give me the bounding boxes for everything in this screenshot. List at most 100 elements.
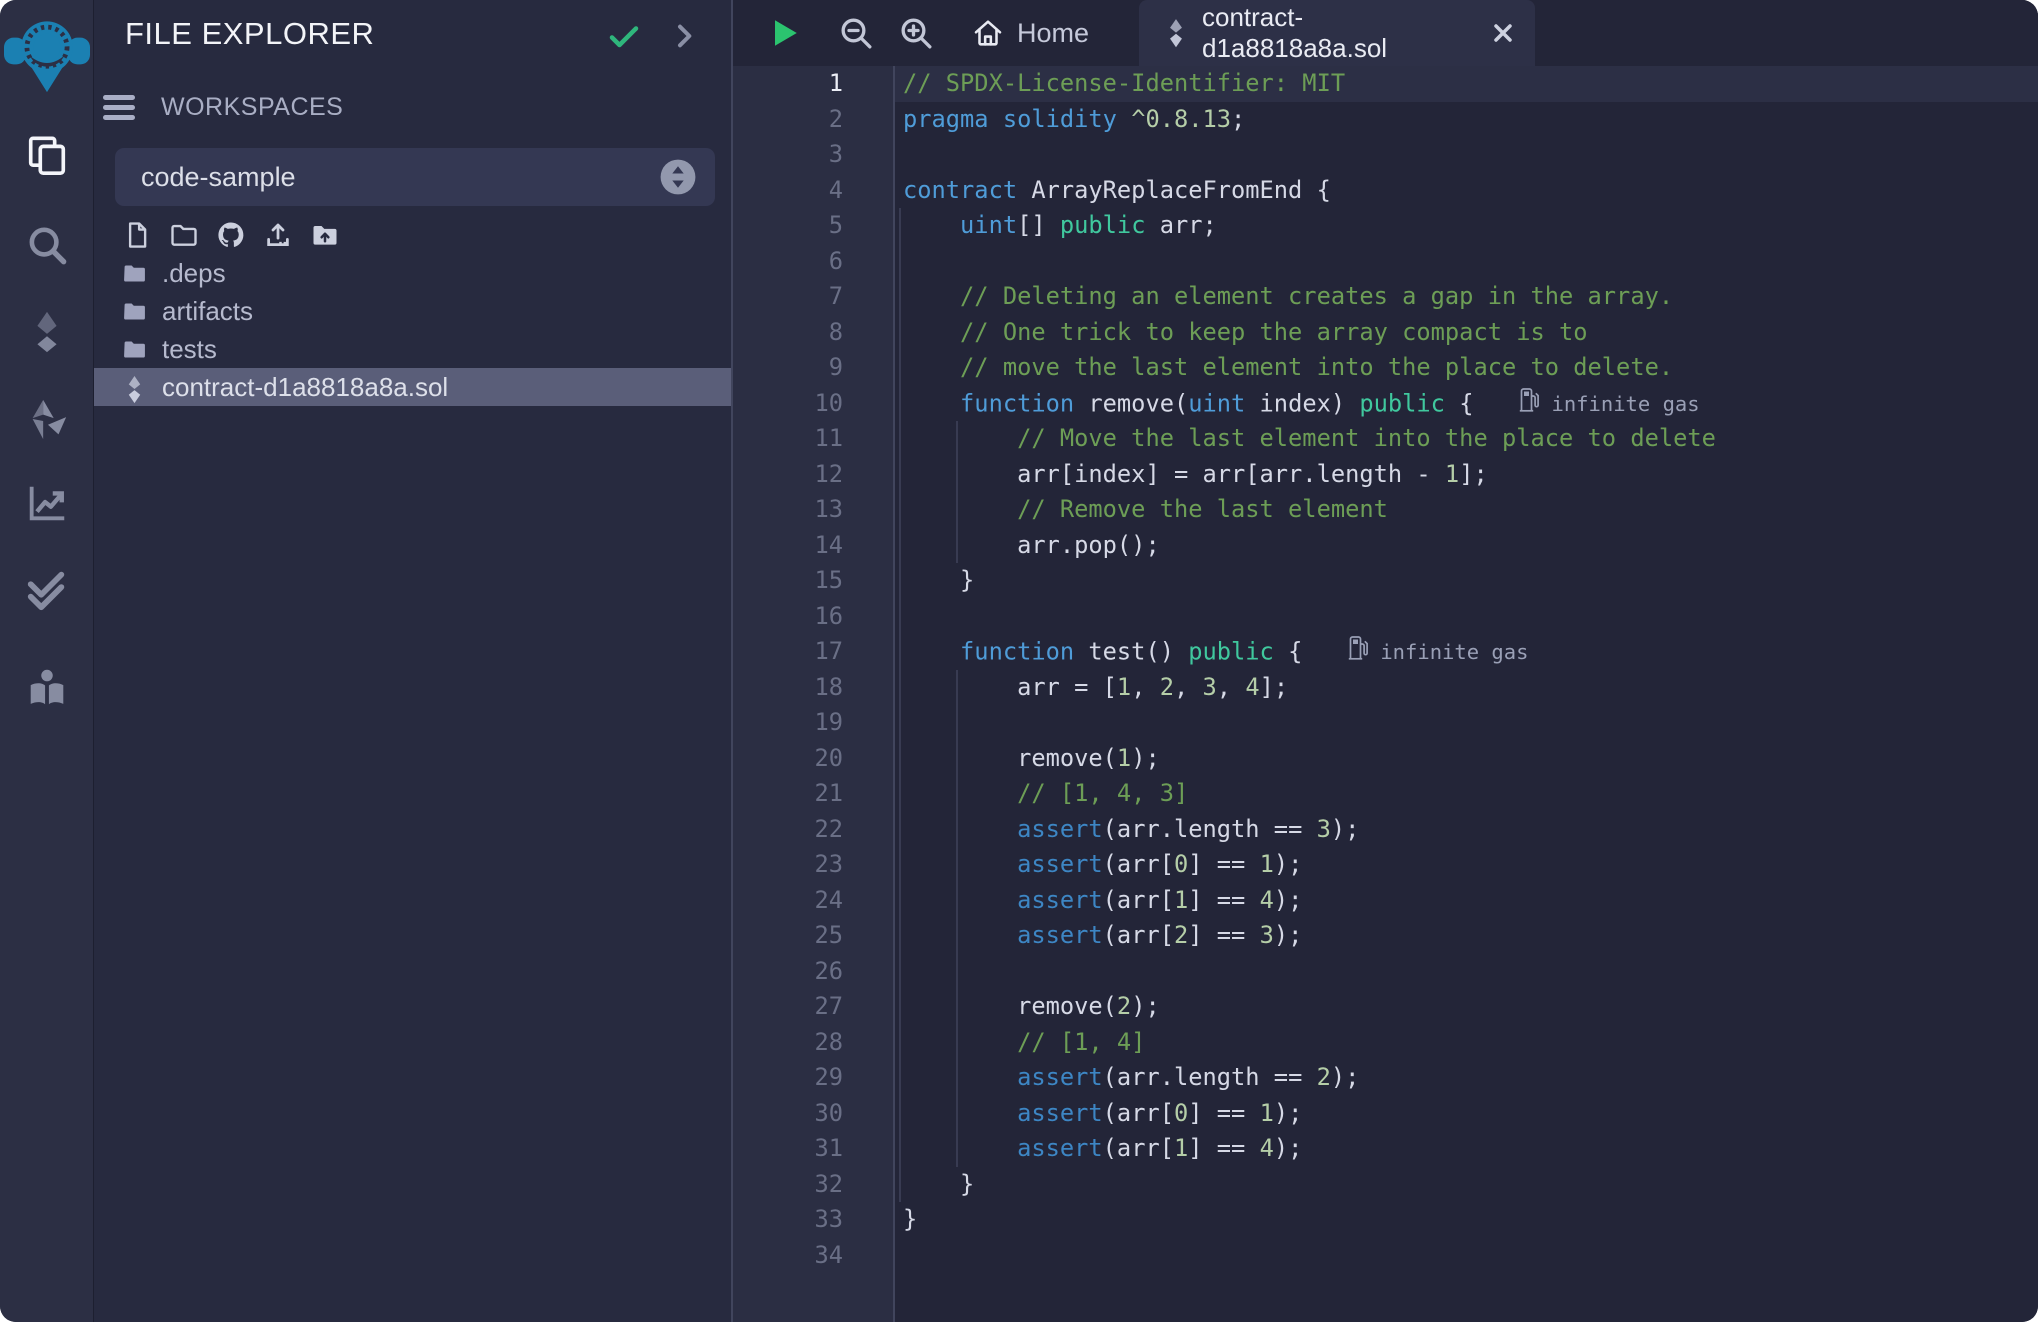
code-line-12: arr[index] = arr[arr.length - 1]; <box>895 457 2038 493</box>
close-tab-icon[interactable] <box>1489 19 1517 47</box>
line-number: 22 <box>733 812 843 848</box>
line-number-gutter: 1234567891011121314151617181920212223242… <box>733 66 895 1322</box>
code-line-29: assert(arr.length == 2); <box>895 1060 2038 1096</box>
code-line-28: // [1, 4] <box>895 1025 2038 1061</box>
line-number: 23 <box>733 847 843 883</box>
code-line-6 <box>895 244 2038 280</box>
editor-area: Home contract-d1a8818a8a.sol 12345678910… <box>733 0 2038 1322</box>
line-number: 33 <box>733 1202 843 1238</box>
activity-learneth-icon[interactable] <box>0 665 94 711</box>
tree-item--deps[interactable]: .deps <box>94 254 731 292</box>
workspaces-menu-icon[interactable] <box>103 90 135 124</box>
line-number: 28 <box>733 1025 843 1061</box>
code-line-33: } <box>895 1202 2038 1238</box>
activity-solidity-compiler-icon[interactable] <box>0 309 94 355</box>
line-number: 11 <box>733 421 843 457</box>
tree-item-tests[interactable]: tests <box>94 330 731 368</box>
select-updown-icon <box>659 158 697 196</box>
code-line-10: function remove(uint index) public {infi… <box>895 386 2038 422</box>
line-number: 25 <box>733 918 843 954</box>
code-line-31: assert(arr[1] == 4); <box>895 1131 2038 1167</box>
code-line-30: assert(arr[0] == 1); <box>895 1096 2038 1132</box>
line-number: 29 <box>733 1060 843 1096</box>
tree-item-label: tests <box>162 334 217 365</box>
zoom-in-icon[interactable] <box>896 0 936 66</box>
panel-title: FILE EXPLORER <box>125 16 374 52</box>
code-line-11: // Move the last element into the place … <box>895 421 2038 457</box>
gas-pump-icon <box>1346 634 1370 672</box>
code-line-4: contract ArrayReplaceFromEnd { <box>895 173 2038 209</box>
upload-folder-icon[interactable] <box>310 220 340 250</box>
line-number: 15 <box>733 563 843 599</box>
code-line-32: } <box>895 1167 2038 1203</box>
code-view[interactable]: // SPDX-License-Identifier: MITpragma so… <box>895 66 2038 1322</box>
line-number: 19 <box>733 705 843 741</box>
line-number: 24 <box>733 883 843 919</box>
create-new-file-icon[interactable] <box>122 220 152 250</box>
tree-item-contract-d1a8818a8a-sol[interactable]: contract-d1a8818a8a.sol <box>94 368 731 406</box>
create-new-folder-icon[interactable] <box>169 220 199 250</box>
line-number: 18 <box>733 670 843 706</box>
activity-unit-testing-icon[interactable] <box>0 566 94 612</box>
code-line-23: assert(arr[0] == 1); <box>895 847 2038 883</box>
code-line-2: pragma solidity ^0.8.13; <box>895 102 2038 138</box>
code-line-21: // [1, 4, 3] <box>895 776 2038 812</box>
code-line-8: // One trick to keep the array compact i… <box>895 315 2038 351</box>
line-number: 34 <box>733 1238 843 1274</box>
line-number: 30 <box>733 1096 843 1132</box>
activity-search-icon[interactable] <box>0 222 94 268</box>
line-number: 2 <box>733 102 843 138</box>
code-line-24: assert(arr[1] == 4); <box>895 883 2038 919</box>
run-script-button[interactable] <box>766 0 802 66</box>
workspace-select[interactable]: code-sample <box>115 148 715 206</box>
folder-icon <box>122 299 147 324</box>
code-line-5: uint[] public arr; <box>895 208 2038 244</box>
code-line-27: remove(2); <box>895 989 2038 1025</box>
upload-file-icon[interactable] <box>263 220 293 250</box>
tab-contract-file[interactable]: contract-d1a8818a8a.sol <box>1139 0 1535 66</box>
line-number: 12 <box>733 457 843 493</box>
remix-logo[interactable] <box>4 8 90 92</box>
code-line-1: // SPDX-License-Identifier: MIT <box>895 66 2038 102</box>
gas-estimate-label: infinite gas <box>1551 387 1699 423</box>
tree-item-artifacts[interactable]: artifacts <box>94 292 731 330</box>
gas-estimate-badge: infinite gas <box>1346 634 1528 672</box>
code-line-7: // Deleting an element creates a gap in … <box>895 279 2038 315</box>
code-line-17: function test() public {infinite gas <box>895 634 2038 670</box>
tab-home[interactable]: Home <box>957 0 1103 66</box>
line-number: 32 <box>733 1167 843 1203</box>
panel-header: FILE EXPLORER <box>94 16 731 60</box>
home-icon <box>971 16 1005 50</box>
folder-icon <box>122 337 147 362</box>
file-explorer-panel: FILE EXPLORER WORKSPACES code-sample .de… <box>94 0 733 1322</box>
line-number: 3 <box>733 137 843 173</box>
code-line-19 <box>895 705 2038 741</box>
line-number: 7 <box>733 279 843 315</box>
workspaces-label: WORKSPACES <box>161 93 343 122</box>
activity-deploy-and-run-icon[interactable] <box>0 397 94 443</box>
activity-static-analysis-icon[interactable] <box>0 480 94 526</box>
code-line-26 <box>895 954 2038 990</box>
clone-git-repository-icon[interactable] <box>216 220 246 250</box>
line-number: 27 <box>733 989 843 1025</box>
workspace-selected-value: code-sample <box>141 162 659 193</box>
code-line-25: assert(arr[2] == 3); <box>895 918 2038 954</box>
code-line-16 <box>895 599 2038 635</box>
code-line-3 <box>895 137 2038 173</box>
line-number: 17 <box>733 634 843 670</box>
line-number: 1 <box>733 66 843 102</box>
gas-estimate-label: infinite gas <box>1380 635 1528 671</box>
code-line-15: } <box>895 563 2038 599</box>
activity-bar <box>0 0 94 1322</box>
activity-file-explorer-icon[interactable] <box>0 132 94 178</box>
solidity-file-icon <box>1163 18 1189 48</box>
gas-pump-icon <box>1517 386 1541 424</box>
remix-ide-window: FILE EXPLORER WORKSPACES code-sample .de… <box>0 0 2038 1322</box>
line-number: 6 <box>733 244 843 280</box>
code-line-14: arr.pop(); <box>895 528 2038 564</box>
line-number: 26 <box>733 954 843 990</box>
chevron-right-icon[interactable] <box>668 20 700 52</box>
zoom-out-icon[interactable] <box>836 0 876 66</box>
code-line-18: arr = [1, 2, 3, 4]; <box>895 670 2038 706</box>
line-number: 5 <box>733 208 843 244</box>
